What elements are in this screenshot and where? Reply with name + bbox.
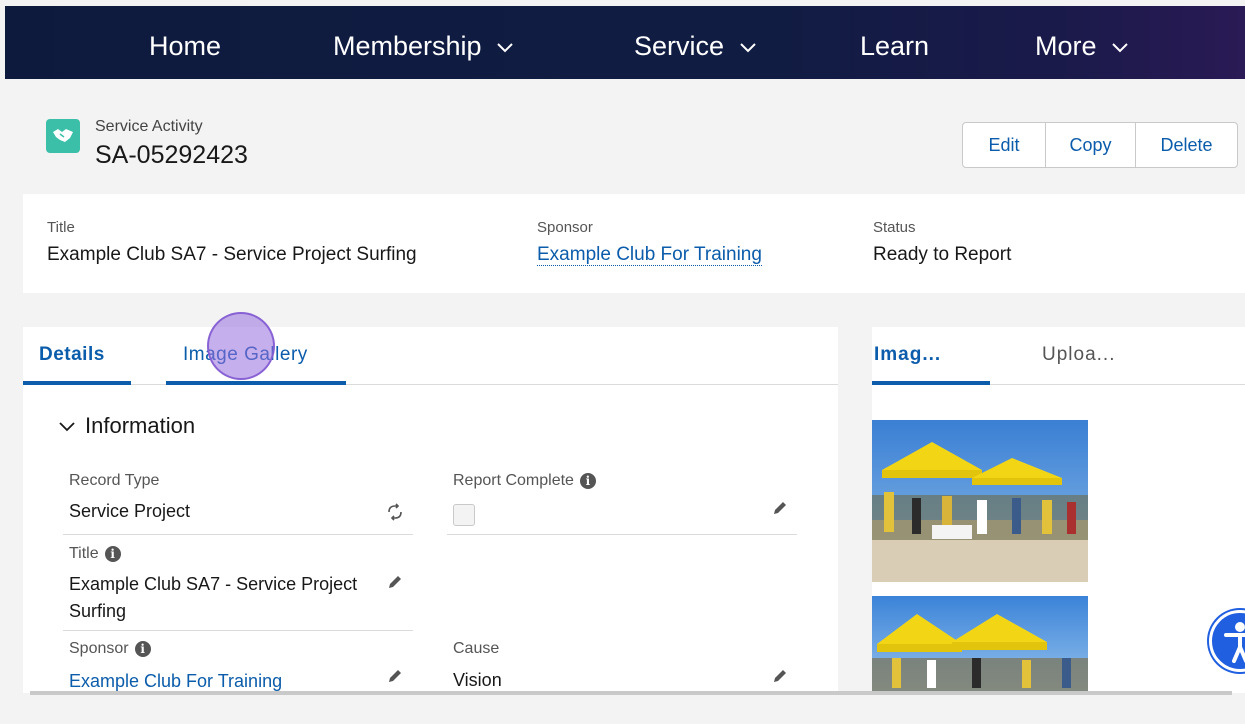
record-type-label: Record Type: [69, 472, 160, 489]
change-record-type-icon[interactable]: [386, 503, 404, 521]
tab-gallery-underline: [166, 381, 346, 385]
accessibility-icon[interactable]: [1209, 610, 1245, 672]
highlight-title-value: Example Club SA7 - Service Project Surfi…: [47, 244, 417, 265]
cause-field-value: Vision: [453, 670, 502, 690]
nav-home[interactable]: Home: [149, 6, 221, 79]
highlights-panel: Title Example Club SA7 - Service Project…: [23, 194, 1245, 293]
highlight-title-label: Title: [47, 219, 75, 236]
highlight-status-value: Ready to Report: [873, 244, 1012, 265]
pencil-icon[interactable]: [771, 667, 789, 685]
divider: [63, 534, 413, 535]
chevron-down-icon: [1112, 43, 1128, 53]
sponsor-field-label: Sponsor i: [69, 640, 151, 658]
nav-more-label: More: [1035, 31, 1097, 61]
pencil-icon[interactable]: [386, 667, 404, 685]
title-field-value-line1: Example Club SA7 - Service Project: [69, 574, 358, 594]
nav-service-label: Service: [634, 31, 725, 61]
delete-button[interactable]: Delete: [1135, 123, 1237, 167]
image-tab-bar: Imag... Uploa...: [872, 327, 1245, 385]
record-type-value: Service Project: [69, 501, 191, 521]
information-section-title: Information: [85, 413, 196, 438]
nav-membership-label: Membership: [333, 31, 482, 61]
tab-details[interactable]: Details: [39, 344, 105, 366]
info-icon[interactable]: i: [579, 472, 596, 489]
chevron-down-icon: [497, 43, 513, 53]
tab-details-underline: [23, 381, 131, 385]
title-field-label: Title i: [69, 545, 121, 563]
images-card: Imag... Uploa...: [872, 327, 1245, 693]
top-navigation: Home Membership Service Learn More: [5, 6, 1245, 79]
nav-learn[interactable]: Learn: [860, 6, 929, 79]
handshake-icon: [46, 119, 80, 153]
record-actions: Edit Copy Delete: [962, 122, 1238, 168]
gallery-photo[interactable]: [872, 420, 1088, 582]
nav-more[interactable]: More: [1035, 6, 1128, 79]
chevron-down-icon: [739, 43, 756, 53]
information-section-toggle[interactable]: Information: [59, 413, 195, 439]
report-complete-checkbox[interactable]: [453, 504, 475, 526]
highlight-status-label: Status: [873, 219, 916, 236]
report-complete-label: Report Complete i: [453, 472, 596, 490]
divider: [63, 630, 413, 631]
record-name: SA-05292423: [95, 141, 248, 169]
tab-images[interactable]: Imag...: [874, 344, 941, 366]
nav-membership[interactable]: Membership: [333, 6, 513, 79]
chevron-down-icon: [59, 422, 75, 432]
pencil-icon[interactable]: [771, 499, 789, 517]
report-complete-label-text: Report Complete: [453, 472, 574, 489]
edit-button[interactable]: Edit: [963, 123, 1045, 167]
tab-images-underline: [872, 381, 990, 385]
nav-learn-label: Learn: [860, 31, 930, 61]
detail-tab-bar: Details Image Gallery: [23, 327, 838, 385]
record-object-type: Service Activity: [95, 118, 203, 135]
sponsor-field-link[interactable]: Example Club For Training: [69, 671, 282, 692]
highlight-sponsor-label: Sponsor: [537, 219, 593, 236]
nav-service[interactable]: Service: [634, 6, 756, 79]
click-indicator: [207, 312, 275, 380]
title-field-label-text: Title: [69, 545, 99, 562]
cause-field-label: Cause: [453, 640, 500, 657]
gallery-photo[interactable]: [872, 596, 1088, 693]
pencil-icon[interactable]: [386, 573, 404, 591]
copy-button[interactable]: Copy: [1045, 123, 1135, 167]
info-icon[interactable]: i: [104, 545, 121, 562]
nav-home-label: Home: [149, 31, 222, 61]
horizontal-scrollbar[interactable]: [30, 691, 1232, 695]
tab-upload[interactable]: Uploa...: [1042, 344, 1115, 366]
info-icon[interactable]: i: [134, 640, 151, 657]
divider: [447, 534, 797, 535]
highlight-sponsor-link[interactable]: Example Club For Training: [537, 244, 762, 266]
sponsor-field-label-text: Sponsor: [69, 640, 129, 657]
title-field-value-line2: Surfing: [69, 601, 127, 621]
details-card: Details Image Gallery Information Record…: [23, 327, 838, 693]
